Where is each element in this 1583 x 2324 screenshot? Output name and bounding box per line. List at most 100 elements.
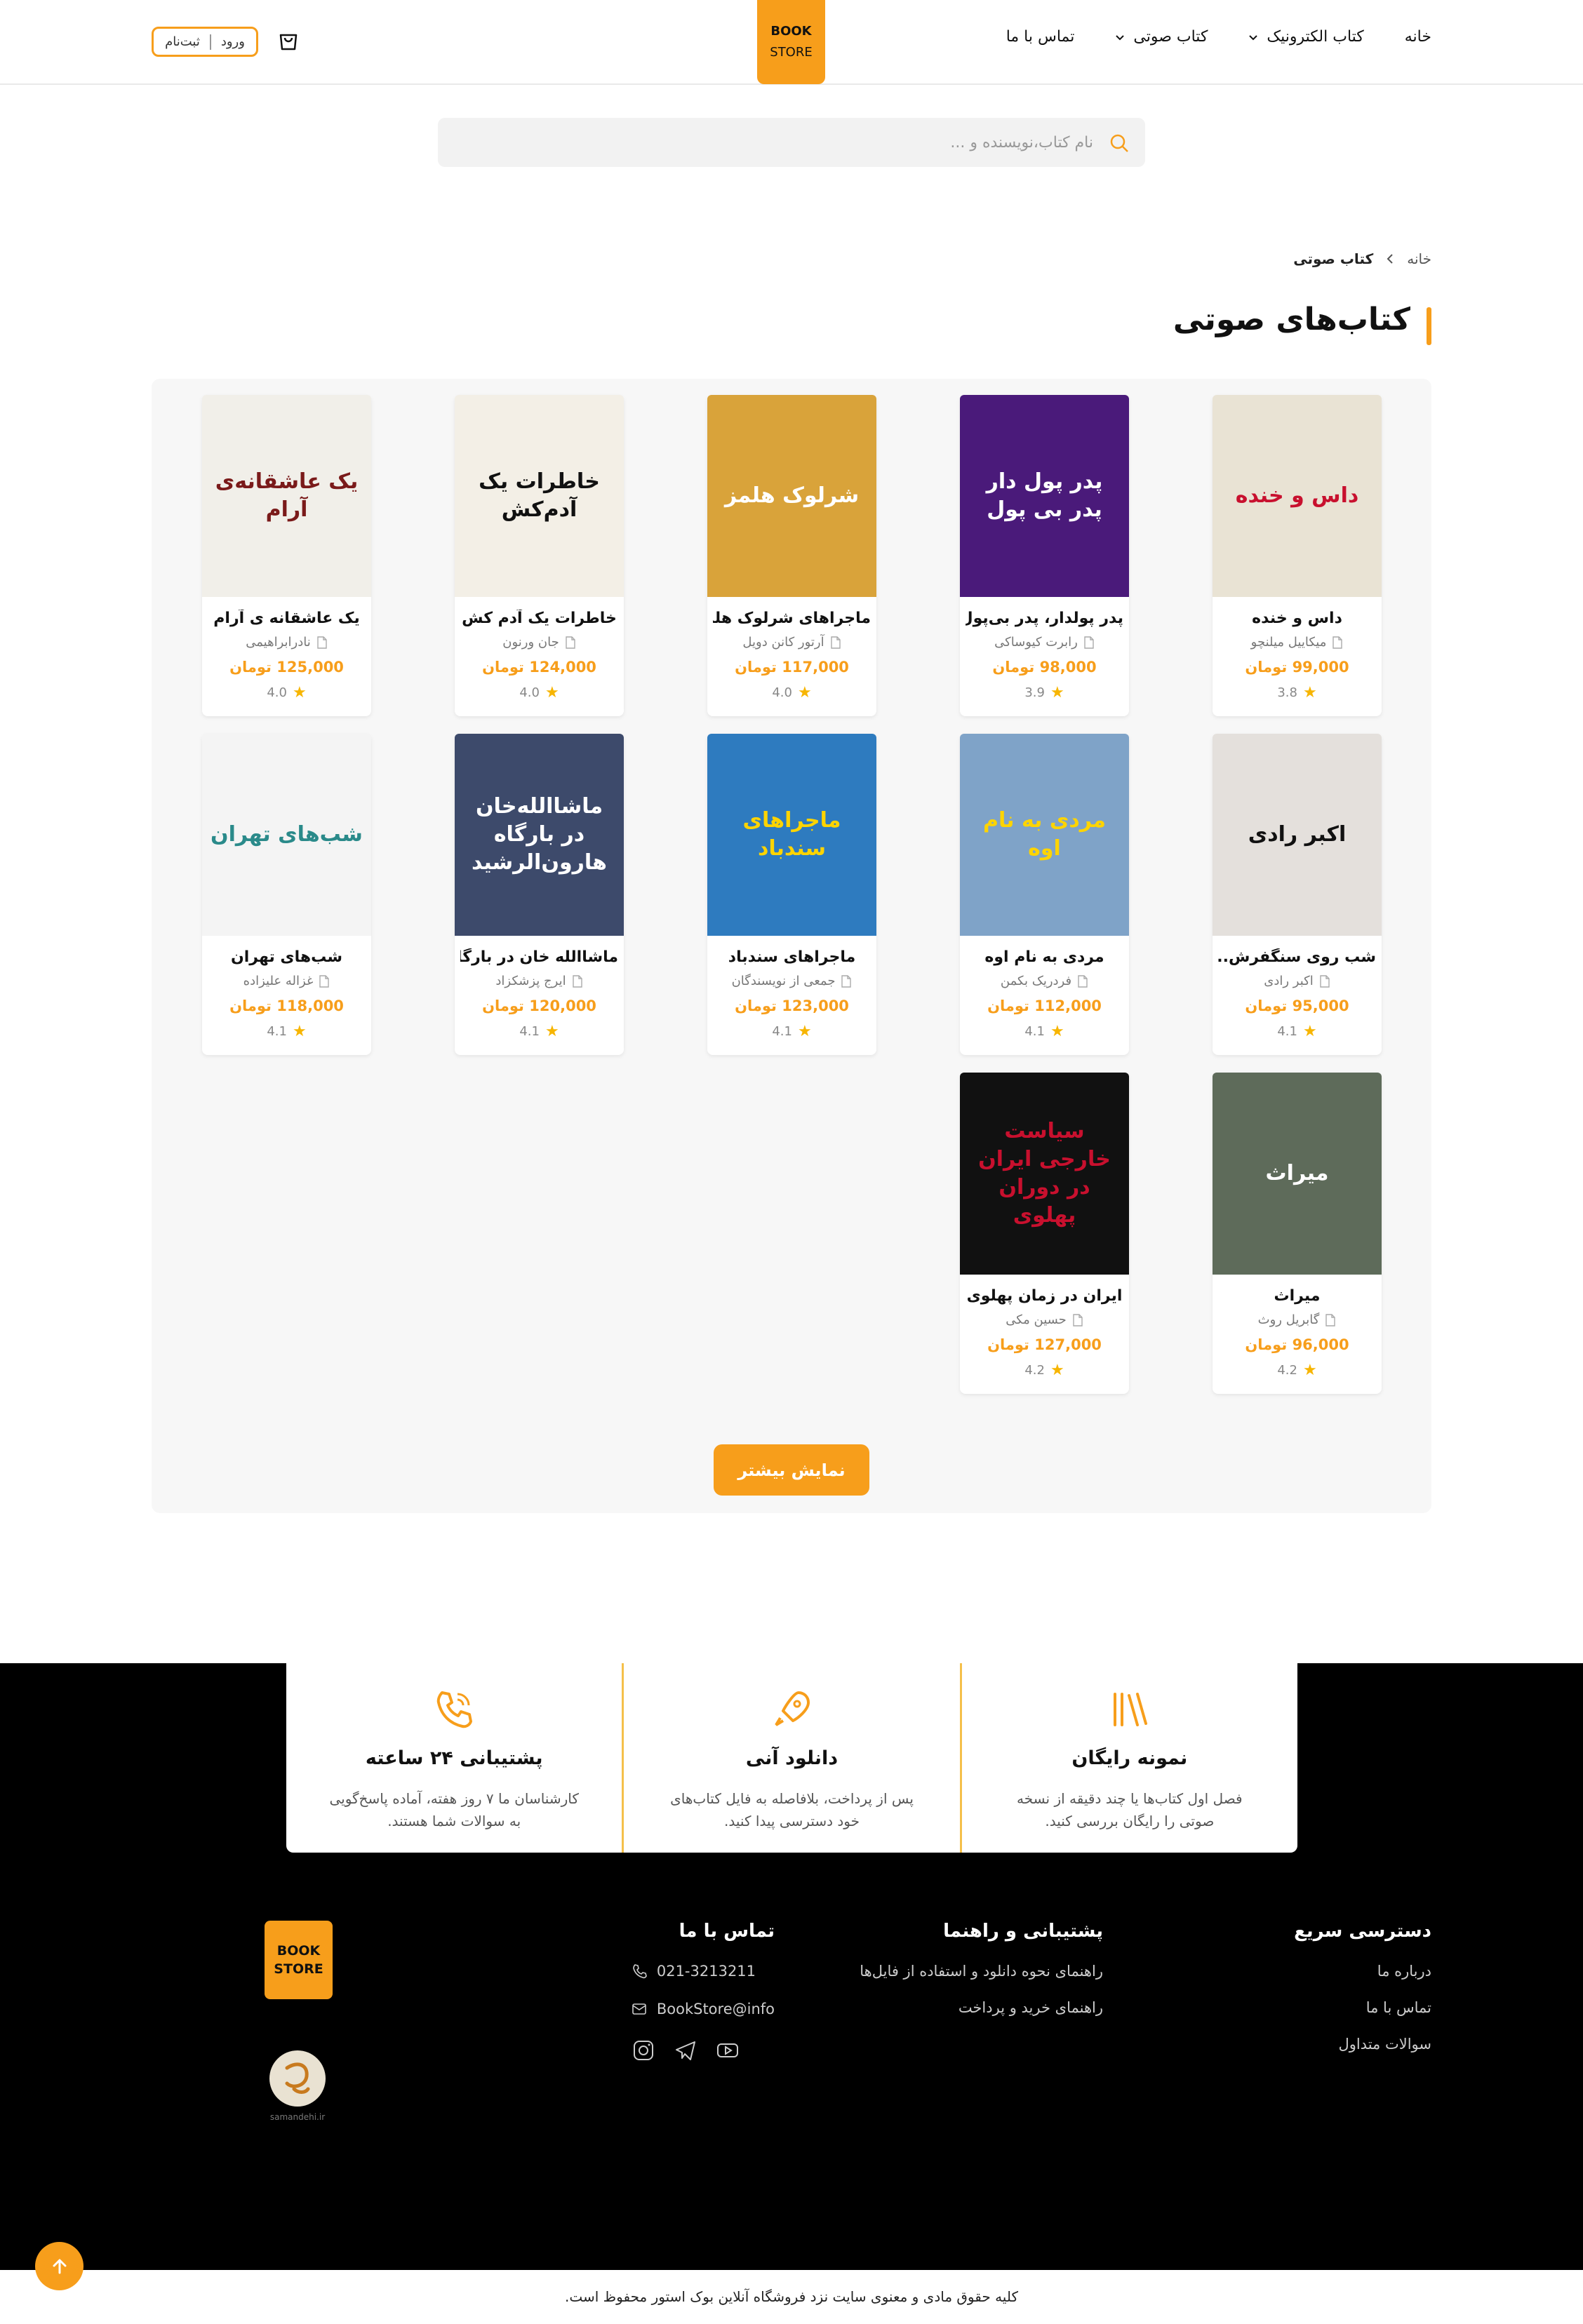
book-price: 127,000 تومان [987, 1336, 1102, 1353]
book-card[interactable]: مردی به نام اوه مردی به نام اوه فردریک بکم… [960, 734, 1129, 1055]
book-author: جان ورنون [460, 635, 618, 650]
book-rating: ★ 4.1 [713, 1023, 871, 1040]
book-title[interactable]: ماشاالله خان در بارگاه... [460, 948, 618, 966]
show-more-button[interactable]: نمایش بیشتر [714, 1444, 869, 1496]
footer-email[interactable]: BookStore@info [632, 2001, 775, 2017]
instagram-icon[interactable] [632, 2038, 655, 2062]
book-title[interactable]: داس و خنده [1218, 610, 1376, 627]
book-card[interactable]: یک عاشقانه‌ی آرام یک عاشقانه ی آرام نادراب… [202, 395, 371, 716]
page-title: کتاب‌های صوتی [1173, 302, 1410, 337]
footer-link-about[interactable]: درباره ما [1294, 1963, 1431, 1980]
file-icon [830, 636, 841, 649]
book-author: آرتور کانن دویل [713, 635, 871, 650]
book-title[interactable]: شب روی سنگفرش... [1218, 948, 1376, 966]
book-rating-value: 3.8 [1277, 685, 1297, 700]
file-icon [1320, 974, 1330, 988]
book-author: گابریل روث [1218, 1312, 1376, 1327]
breadcrumb-current: کتاب صوتی [1293, 250, 1374, 267]
book-card[interactable]: داس و خنده داس و خنده میکاییل میلنچو 99,000… [1213, 395, 1382, 716]
book-cover[interactable]: ماشاالله‌خان در بارگاه هارون‌الرشید [455, 734, 624, 936]
footer-logo[interactable]: BOOK STORE [265, 1921, 333, 1999]
book-card[interactable]: شب‌های تهران شب‌های تهران غزاله علیزاده 118… [202, 734, 371, 1055]
star-icon: ★ [545, 1023, 559, 1040]
footer-link-download-guide[interactable]: راهنمای نحوه دانلود و استفاده از فایل‌ها [860, 1963, 1103, 1980]
telegram-icon[interactable] [674, 2038, 697, 2062]
book-cover[interactable]: سیاست خارجی ایران در دوران پهلوی [960, 1073, 1129, 1275]
book-card[interactable]: ماشاالله‌خان در بارگاه هارون‌الرشید ماشاا… [455, 734, 624, 1055]
feature-text: پس از پرداخت، بلافاصله به فایل کتاب‌های … [670, 1790, 914, 1829]
nav-home-label: خانه [1404, 28, 1431, 46]
star-icon: ★ [292, 1023, 307, 1040]
nav-ebooks[interactable]: کتاب الکترونیک [1248, 28, 1364, 46]
footer-link-faq[interactable]: سوالات متداول [1294, 2036, 1431, 2053]
book-card[interactable]: میراث میراث گابریل روث 96,000 تومان ★ 4.2 [1213, 1073, 1382, 1394]
star-icon: ★ [1302, 684, 1317, 701]
samandehi-label: samandehi.ir [269, 2112, 326, 2122]
nav-home[interactable]: خانه [1405, 28, 1431, 46]
cart-icon[interactable] [276, 28, 301, 53]
book-cover-title: اکبر رادی [1248, 822, 1347, 847]
book-rating-value: 4.1 [267, 1024, 287, 1039]
feature-title: دانلود آنی [745, 1747, 839, 1769]
book-cover[interactable]: یک عاشقانه‌ی آرام [202, 395, 371, 597]
login-label[interactable]: ورود [221, 34, 245, 49]
book-price: 95,000 تومان [1245, 998, 1349, 1014]
footer-phone[interactable]: 021-3213211 [632, 1963, 775, 1980]
book-rating: ★ 3.9 [966, 684, 1123, 701]
star-icon: ★ [545, 684, 559, 701]
mail-icon [632, 2003, 646, 2015]
scroll-to-top-button[interactable] [35, 2242, 84, 2290]
book-title[interactable]: ماجراهای سندباد [713, 948, 871, 966]
feature-title: پشتیبانی ۲۴ ساعته [365, 1747, 543, 1769]
book-rating: ★ 4.0 [713, 684, 871, 701]
book-cover[interactable]: ماجراهای سندباد [707, 734, 876, 936]
book-author-name: جان ورنون [502, 635, 559, 650]
book-card[interactable]: سیاست خارجی ایران در دوران پهلوی ایران در… [960, 1073, 1129, 1394]
breadcrumb-home[interactable]: خانه [1407, 250, 1431, 267]
footer-link-contact[interactable]: تماس با ما [1294, 1999, 1431, 2016]
book-title[interactable]: مردی به نام اوه [966, 948, 1123, 966]
nav-audiobooks-label: کتاب صوتی [1133, 28, 1208, 46]
book-cover[interactable]: شرلوک هلمز [707, 395, 876, 597]
book-cover-title: خاطرات یک آدم‌کش [479, 469, 600, 522]
search-icon[interactable] [1109, 133, 1130, 154]
book-title[interactable]: میراث [1218, 1287, 1376, 1305]
book-author: نادرابراهیمی [208, 635, 366, 650]
search-input[interactable] [476, 118, 1093, 167]
site-logo[interactable]: BOOK STORE [757, 0, 825, 84]
book-author: غزاله علیزاده [208, 974, 366, 988]
chevron-down-icon [1116, 34, 1125, 40]
book-price: 118,000 تومان [229, 998, 344, 1014]
book-cover[interactable]: میراث [1213, 1073, 1382, 1275]
book-card[interactable]: خاطرات یک آدم‌کش خاطرات یک آدم کش جان ورنو… [455, 395, 624, 716]
book-cover[interactable]: اکبر رادی [1213, 734, 1382, 936]
book-author: اکبر رادی [1218, 974, 1376, 988]
book-title[interactable]: شب‌های تهران [208, 948, 366, 966]
book-cover[interactable]: پدر پول دار پدر بی پول [960, 395, 1129, 597]
footer-link-purchase-guide[interactable]: راهنمای خرید و پرداخت [860, 1999, 1103, 2016]
book-cover-title: میراث [1265, 1161, 1329, 1185]
login-register-button[interactable]: ورود ثبت‌نام [152, 27, 258, 57]
nav-contact[interactable]: تماس با ما [1006, 28, 1075, 46]
book-title[interactable]: پدر پولدار، پدر بی‌پول... [966, 610, 1123, 627]
youtube-icon[interactable] [716, 2038, 740, 2062]
book-cover[interactable]: داس و خنده [1213, 395, 1382, 597]
book-title[interactable]: خاطرات یک آدم کش [460, 610, 618, 627]
samandehi-badge[interactable]: samandehi.ir [259, 2047, 336, 2138]
book-card[interactable]: پدر پول دار پدر بی پول پدر پولدار، پدر بی… [960, 395, 1129, 716]
nav-audiobooks[interactable]: کتاب صوتی [1115, 28, 1208, 46]
book-cover[interactable]: مردی به نام اوه [960, 734, 1129, 936]
star-icon: ★ [1302, 1023, 1317, 1040]
book-card[interactable]: شرلوک هلمز ماجراهای شرلوک هلم... آرتور کان… [707, 395, 876, 716]
book-cover[interactable]: شب‌های تهران [202, 734, 371, 936]
register-label[interactable]: ثبت‌نام [165, 34, 200, 49]
book-card[interactable]: اکبر رادی شب روی سنگفرش... اکبر رادی 95,000… [1213, 734, 1382, 1055]
book-title[interactable]: ایران در زمان پهلوی [966, 1287, 1123, 1305]
divider [209, 34, 211, 50]
book-cover[interactable]: خاطرات یک آدم‌کش [455, 395, 624, 597]
book-title[interactable]: یک عاشقانه ی آرام [208, 610, 366, 627]
copyright-bar: کلیه حقوق مادی و معنوی سایت نزد فروشگاه … [0, 2270, 1583, 2324]
book-rating: ★ 3.8 [1218, 684, 1376, 701]
book-title[interactable]: ماجراهای شرلوک هلم... [713, 610, 871, 627]
book-card[interactable]: ماجراهای سندباد ماجراهای سندباد جمعی از نو… [707, 734, 876, 1055]
